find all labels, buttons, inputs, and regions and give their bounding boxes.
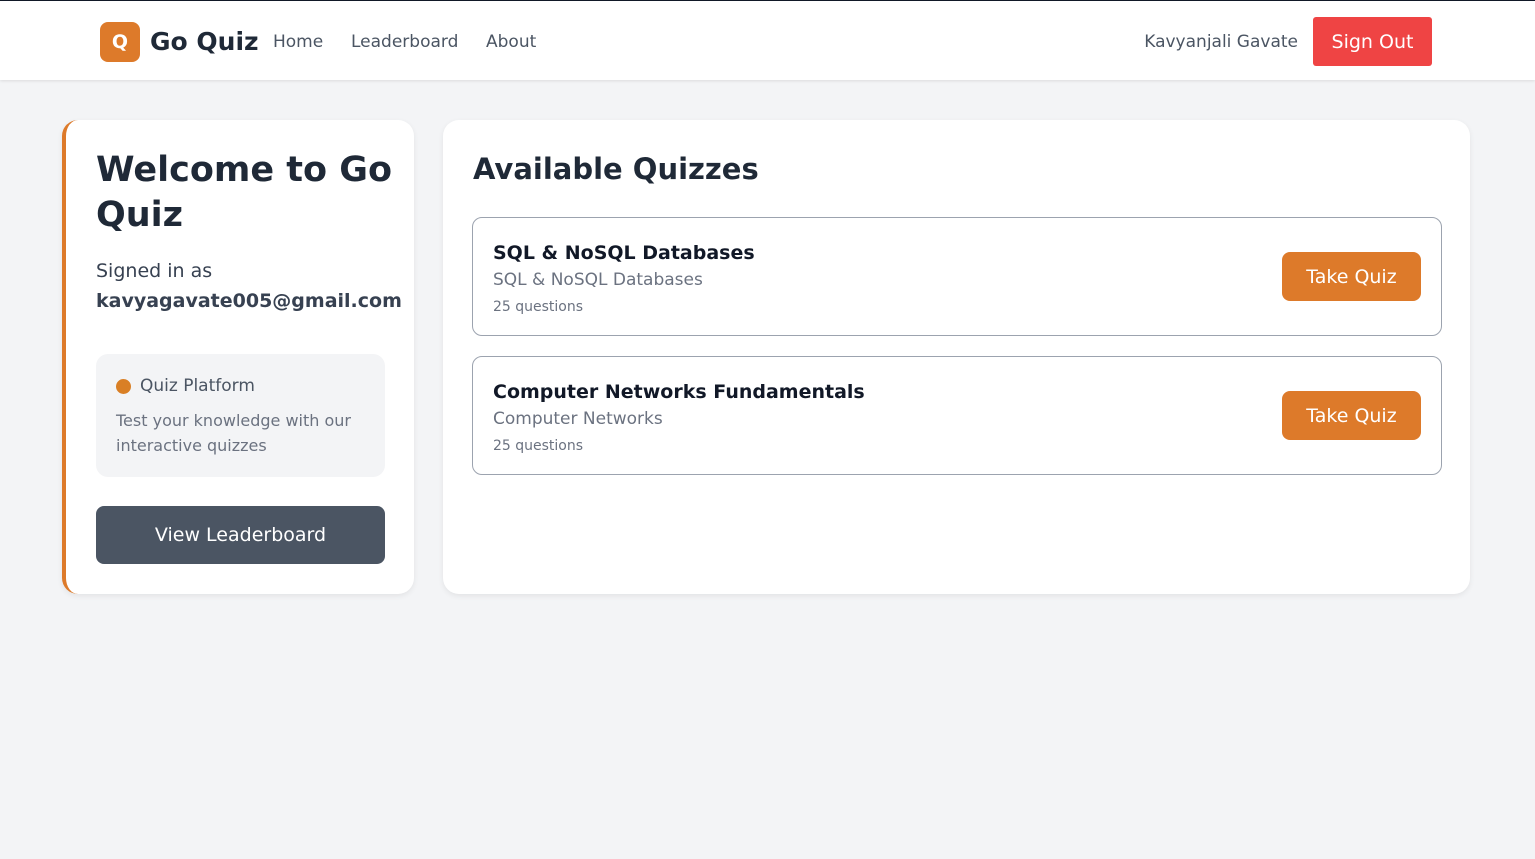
quiz-question-count: 25 questions <box>493 299 584 315</box>
quiz-question-count: 25 questions <box>493 438 584 454</box>
brand-name[interactable]: Go Quiz <box>150 25 259 59</box>
quizzes-title: Available Quizzes <box>473 152 759 186</box>
navbar: Q Go Quiz Home Leaderboard About Kavyanj… <box>0 0 1535 80</box>
welcome-card: Welcome to Go Quiz Signed in as kavyagav… <box>62 120 414 594</box>
nav-link-leaderboard[interactable]: Leaderboard <box>351 31 458 53</box>
nav-link-home[interactable]: Home <box>273 31 323 53</box>
quiz-item: Computer Networks Fundamentals Computer … <box>472 356 1442 475</box>
user-name: Kavyanjali Gavate <box>1144 32 1298 52</box>
signed-in-label: Signed in as <box>96 260 213 282</box>
welcome-title: Welcome to Go Quiz <box>96 150 393 235</box>
quiz-category: Computer Networks <box>493 409 663 429</box>
quiz-name: Computer Networks Fundamentals <box>493 381 865 403</box>
sign-out-button[interactable]: Sign Out <box>1313 17 1432 66</box>
logo-icon[interactable]: Q <box>100 22 140 62</box>
view-leaderboard-button[interactable]: View Leaderboard <box>96 506 385 564</box>
take-quiz-button[interactable]: Take Quiz <box>1282 252 1421 301</box>
platform-info-title: Quiz Platform <box>140 376 255 396</box>
signed-in-email: kavyagavate005@gmail.com <box>96 290 402 312</box>
nav-link-about[interactable]: About <box>486 31 536 53</box>
platform-info-text: Test your knowledge with our interactive… <box>116 411 352 455</box>
quiz-category: SQL & NoSQL Databases <box>493 270 703 290</box>
quizzes-card: Available Quizzes SQL & NoSQL Databases … <box>443 120 1470 594</box>
quiz-name: SQL & NoSQL Databases <box>493 242 755 264</box>
status-dot-icon <box>116 379 131 394</box>
quiz-item: SQL & NoSQL Databases SQL & NoSQL Databa… <box>472 217 1442 336</box>
take-quiz-button[interactable]: Take Quiz <box>1282 391 1421 440</box>
platform-info-box: Quiz Platform Test your knowledge with o… <box>96 354 385 477</box>
